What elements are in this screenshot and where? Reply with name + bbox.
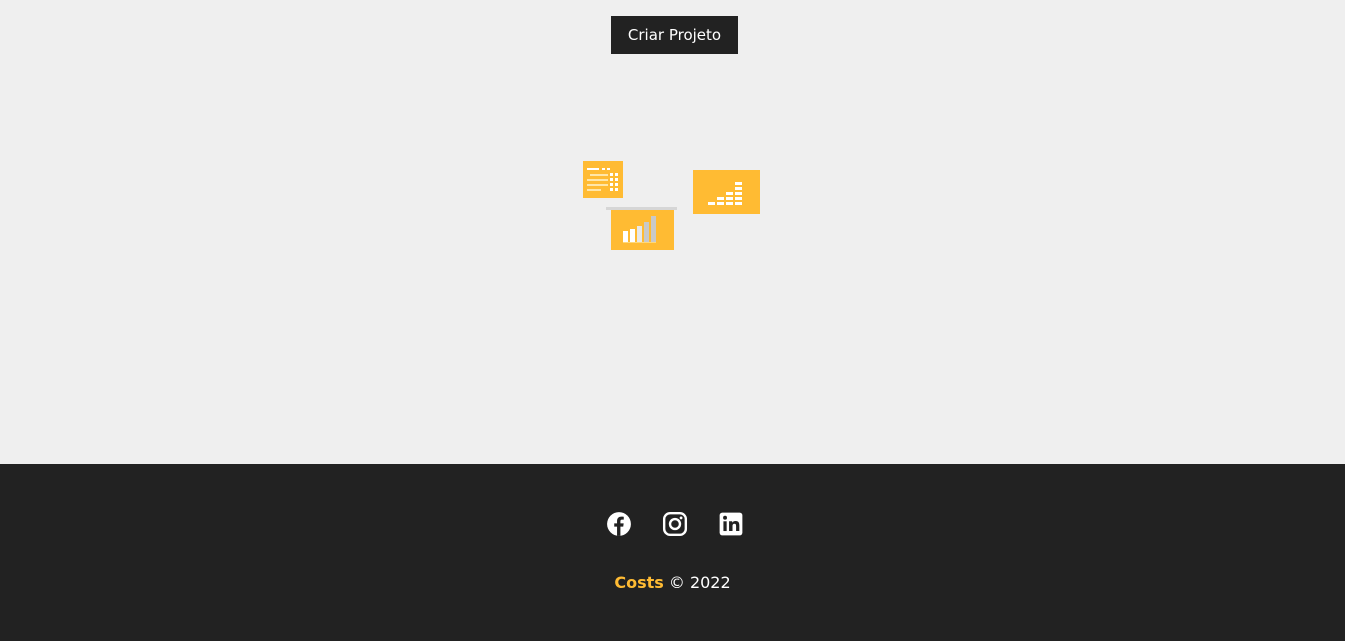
linkedin-link[interactable] xyxy=(718,511,744,537)
step-chart-panel-icon xyxy=(693,170,760,214)
bar-chart-panel-icon xyxy=(606,207,677,250)
instagram-link[interactable] xyxy=(662,511,688,537)
brand-name[interactable]: Costs xyxy=(614,573,663,592)
facebook-link[interactable] xyxy=(606,511,632,537)
copyright-text: © 2022 xyxy=(668,573,731,592)
instagram-icon xyxy=(662,511,688,537)
keypad-panel-icon xyxy=(583,161,623,198)
savings-illustration xyxy=(583,161,760,250)
footer: Costs © 2022 xyxy=(0,464,1345,641)
copyright-line: Costs © 2022 xyxy=(0,573,1345,592)
main-content: Criar Projeto xyxy=(0,0,1345,464)
linkedin-icon xyxy=(719,512,743,536)
social-links xyxy=(0,511,1345,537)
facebook-icon xyxy=(607,512,631,536)
create-project-button[interactable]: Criar Projeto xyxy=(611,16,738,54)
